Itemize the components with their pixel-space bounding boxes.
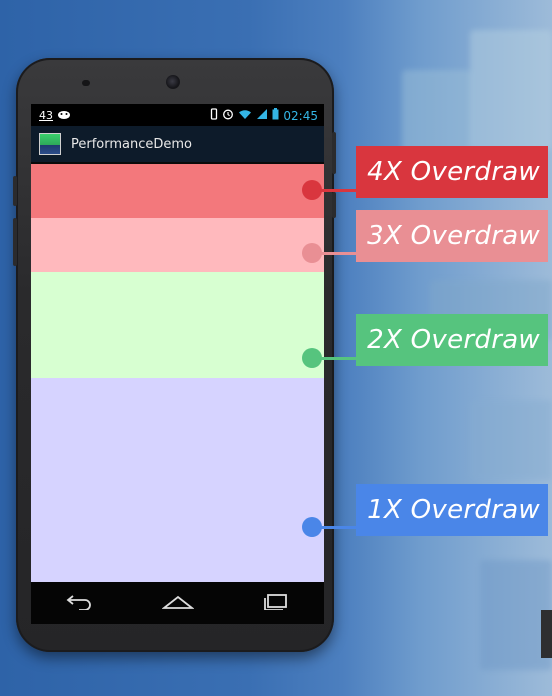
overdraw-band-4x: [31, 164, 324, 218]
app-launcher-icon[interactable]: [39, 133, 61, 155]
back-icon[interactable]: [65, 592, 95, 614]
partial-object: [541, 610, 552, 658]
power-button: [13, 176, 17, 206]
recents-icon[interactable]: [262, 592, 290, 614]
action-bar: PerformanceDemo: [31, 126, 324, 164]
battery-icon: [272, 108, 279, 123]
app-title: PerformanceDemo: [71, 136, 193, 152]
volume-button: [13, 218, 17, 266]
background-shelf: [470, 30, 552, 150]
label-2x-overdraw: 2X Overdraw: [356, 314, 548, 366]
marker-1x: [302, 517, 322, 537]
side-button: [332, 132, 336, 174]
navigation-bar: [31, 582, 324, 624]
alarm-icon: [222, 108, 234, 123]
label-1x-overdraw: 1X Overdraw: [356, 484, 548, 536]
phone-device: 43 02:45 PerformanceDemo: [13, 58, 336, 652]
phone-screen: 43 02:45 PerformanceDemo: [31, 104, 324, 624]
status-bar: 43 02:45: [31, 104, 324, 126]
overdraw-band-1x: [31, 378, 324, 582]
vibrate-icon: [210, 108, 218, 123]
background-shelf: [470, 400, 552, 480]
status-time: 02:45: [283, 108, 318, 123]
android-robot-icon: [57, 108, 71, 122]
signal-icon: [256, 108, 268, 123]
marker-3x: [302, 243, 322, 263]
notification-number: 43: [39, 108, 53, 122]
side-button: [332, 192, 336, 218]
overdraw-band-2x: [31, 272, 324, 378]
sensor-slot: [82, 80, 90, 86]
marker-2x: [302, 348, 322, 368]
home-icon[interactable]: [161, 592, 196, 614]
marker-4x: [302, 180, 322, 200]
overdraw-band-3x: [31, 218, 324, 272]
wifi-icon: [238, 108, 252, 123]
label-3x-overdraw: 3X Overdraw: [356, 210, 548, 262]
front-camera: [166, 75, 180, 89]
label-4x-overdraw: 4X Overdraw: [356, 146, 548, 198]
